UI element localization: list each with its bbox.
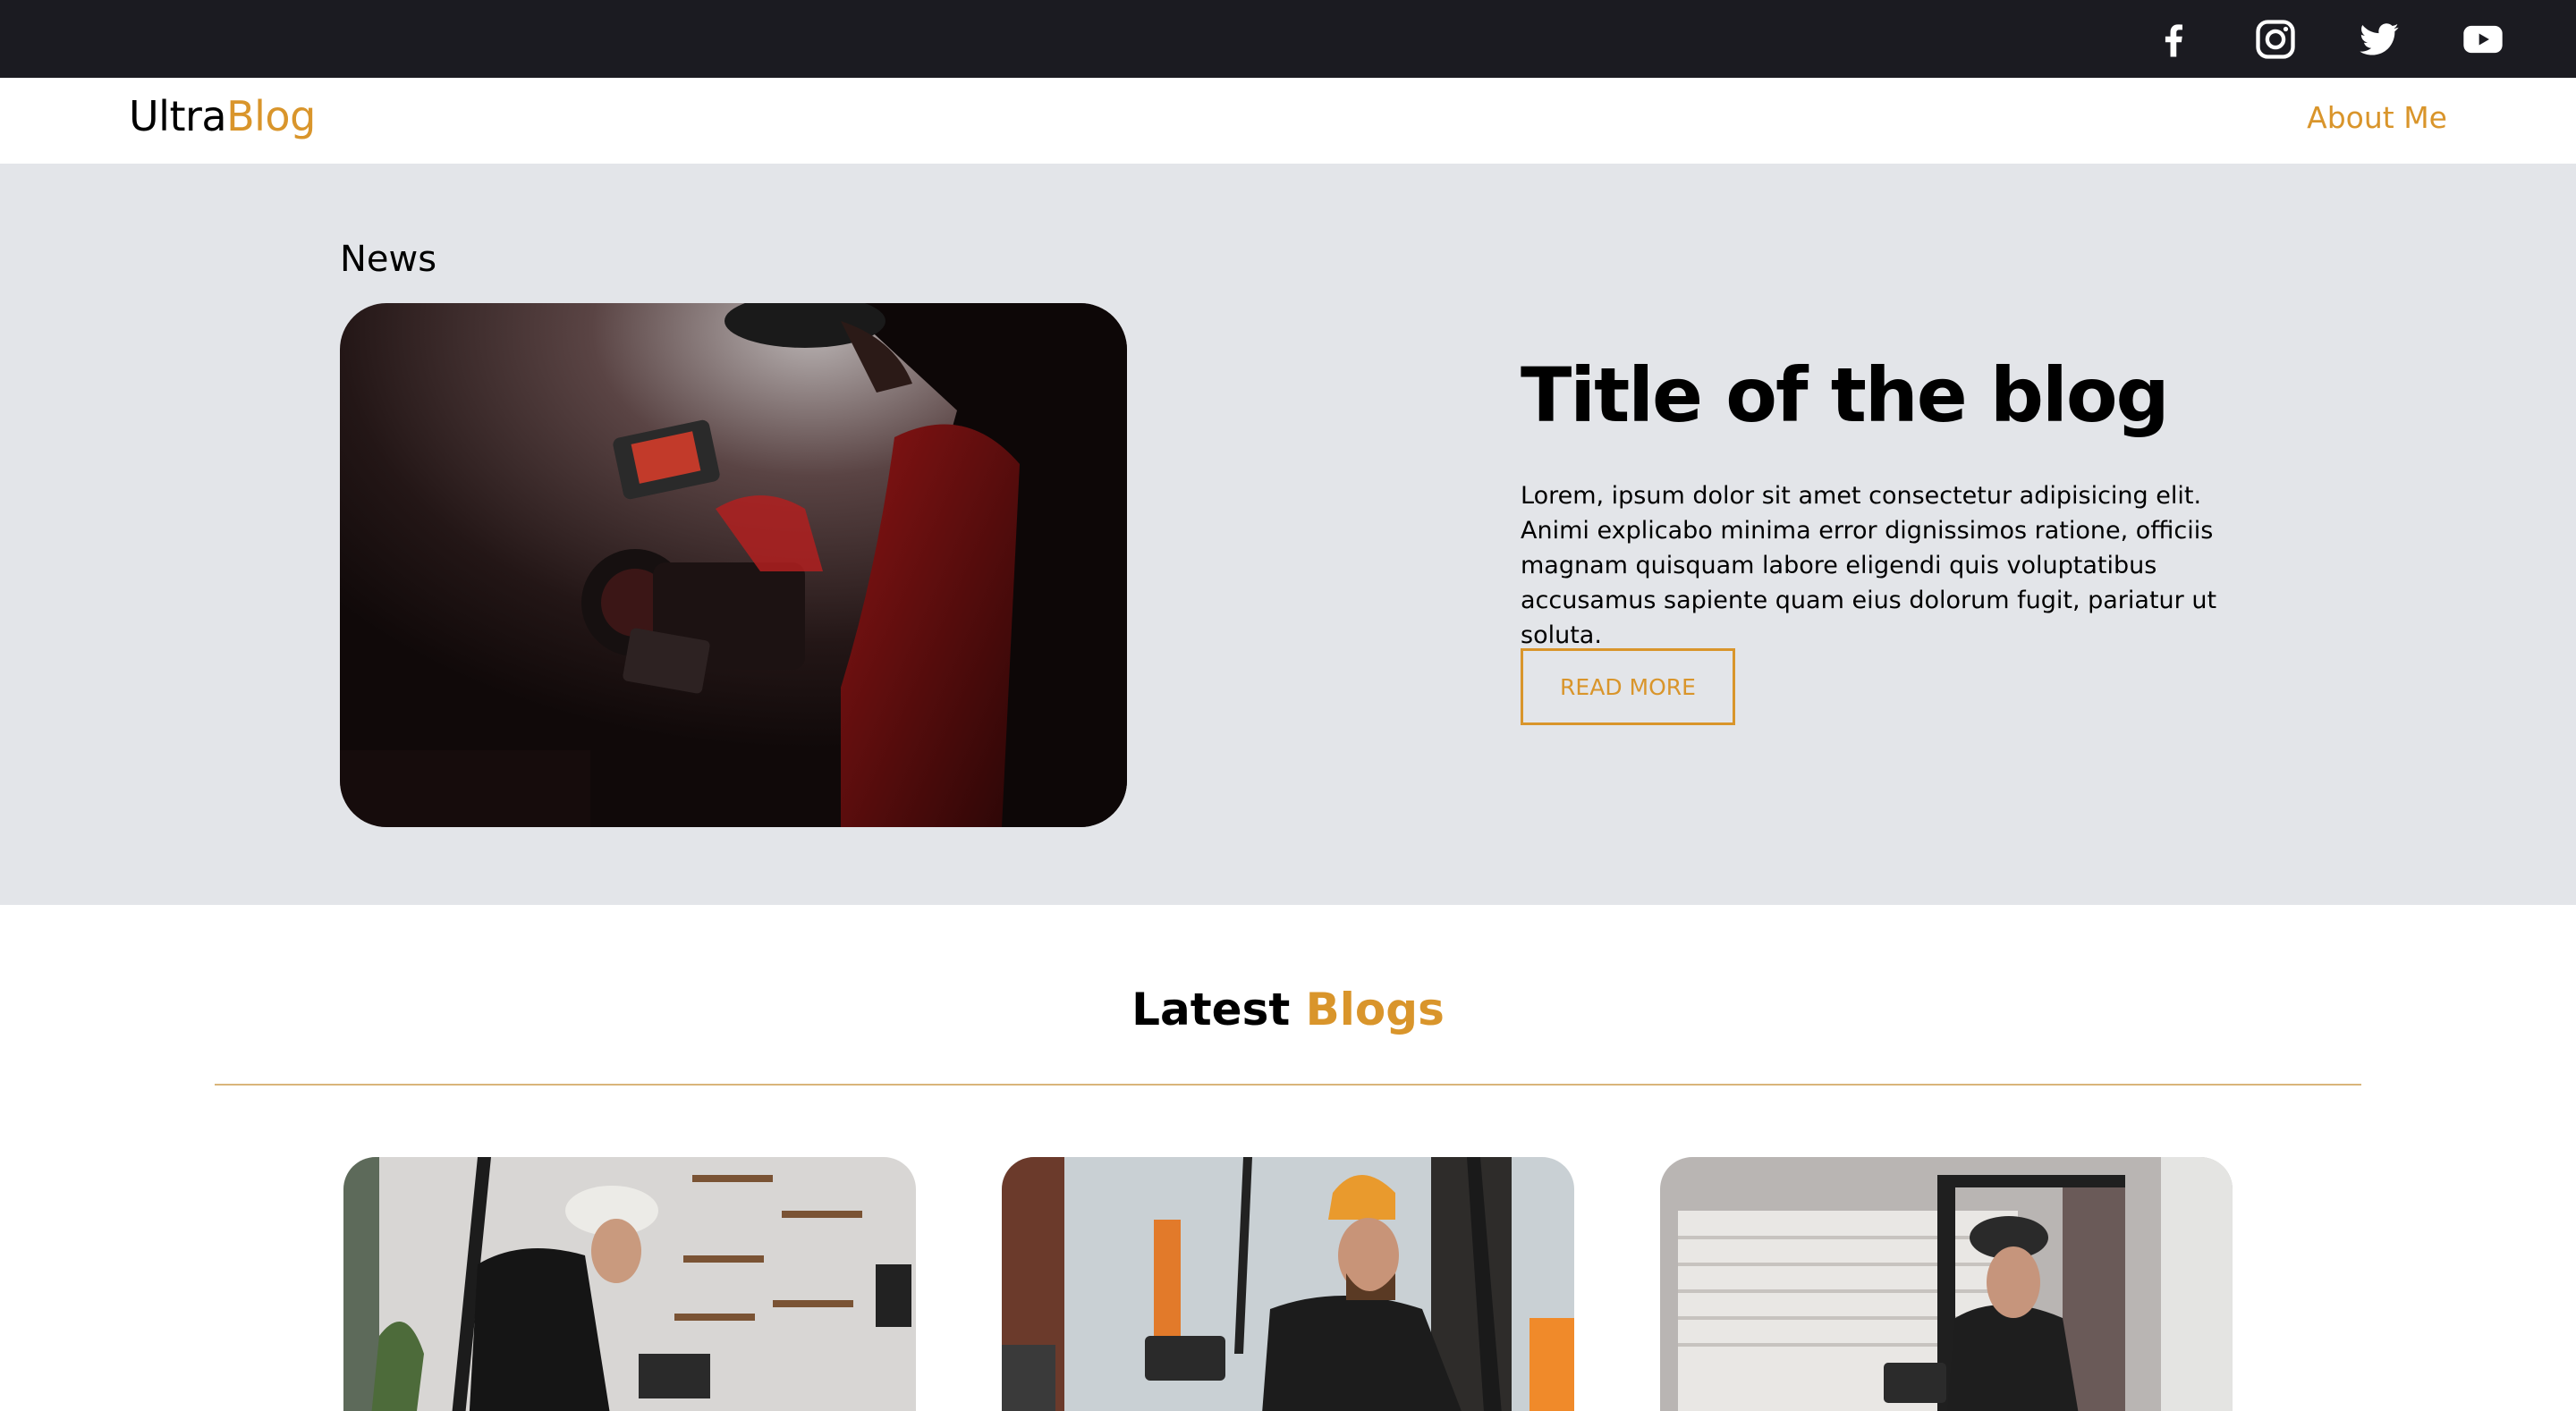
youtube-icon: [2463, 25, 2503, 54]
twitter-link[interactable]: [2351, 11, 2408, 68]
featured-post-excerpt: Lorem, ipsum dolor sit amet consectetur …: [1521, 482, 2217, 649]
facebook-link[interactable]: [2145, 11, 2202, 68]
featured-post-section: News Title of the blog Lorem, ipsum dolo…: [0, 164, 2576, 905]
cameraman-studio-photo: [343, 1157, 916, 1411]
youtube-link[interactable]: [2454, 11, 2512, 68]
videographer-photo: [340, 303, 1127, 827]
latest-blogs-heading: Latest Blogs: [0, 984, 2576, 1035]
featured-post-title[interactable]: Title of the blog: [1521, 351, 2170, 439]
social-top-bar: [0, 0, 2576, 78]
section-divider: [215, 1084, 2361, 1086]
instagram-icon: [2256, 20, 2295, 59]
site-logo[interactable]: UltraBlog: [129, 92, 316, 140]
facebook-icon: [2165, 24, 2182, 57]
blog-card-image[interactable]: [1002, 1157, 1574, 1411]
cameraman-beanie-photo: [1002, 1157, 1574, 1411]
featured-post-image[interactable]: [340, 303, 1127, 827]
section-label: News: [340, 239, 437, 280]
latest-heading-accent: Blogs: [1305, 984, 1445, 1035]
instagram-link[interactable]: [2247, 11, 2304, 68]
blog-card-image[interactable]: [343, 1157, 916, 1411]
latest-heading-primary: Latest: [1131, 984, 1291, 1035]
main-navbar: UltraBlog About Me: [0, 78, 2576, 164]
logo-primary: Ultra: [129, 92, 227, 140]
blog-card-image[interactable]: [1660, 1157, 2233, 1411]
cameraman-window-photo: [1660, 1157, 2233, 1411]
read-more-button[interactable]: READ MORE: [1521, 648, 1735, 725]
about-me-link[interactable]: About Me: [2307, 100, 2447, 135]
logo-accent: Blog: [226, 92, 316, 140]
twitter-icon: [2360, 23, 2399, 55]
